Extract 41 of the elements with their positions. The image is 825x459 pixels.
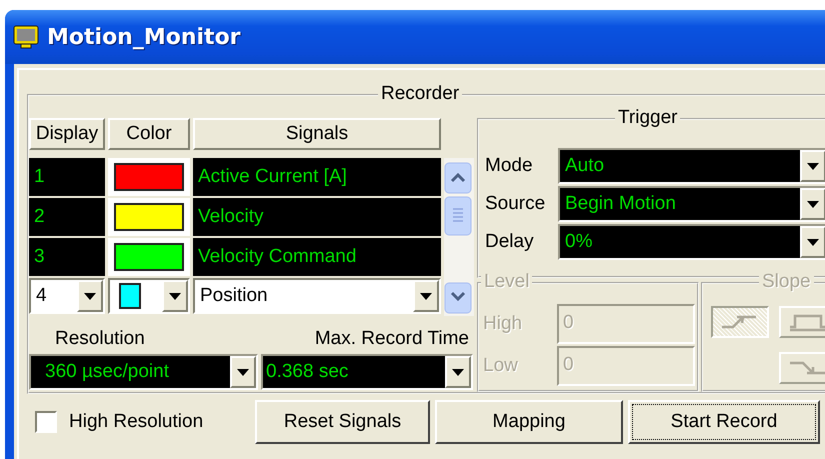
group-title: Slope <box>759 271 814 293</box>
window-title: Motion_Monitor <box>47 24 241 50</box>
display-cell: 2 <box>29 198 105 236</box>
caret-icon <box>807 162 819 170</box>
caret-icon <box>807 200 819 208</box>
signal-cell: Velocity Command <box>193 238 441 276</box>
action-button[interactable]: Reset Signals <box>255 400 430 444</box>
caret-icon <box>169 292 181 300</box>
field-label: Delay <box>485 231 535 253</box>
record-time-dropdown[interactable]: 0.368 sec <box>261 354 473 390</box>
trigger-dropdown[interactable]: Auto <box>558 148 825 184</box>
display-cell: 1 <box>29 158 105 196</box>
display-cell: 3 <box>29 238 105 276</box>
field-label: High <box>483 312 524 336</box>
caret-icon <box>237 368 249 376</box>
caret-icon <box>84 292 96 300</box>
resolution-label: Resolution <box>55 328 145 350</box>
monitor-icon <box>13 24 39 50</box>
display-dropdown[interactable]: 4 <box>29 278 105 314</box>
resolution-dropdown[interactable]: 360 µsec/point <box>29 354 258 390</box>
caret-icon <box>807 238 819 246</box>
field-label: Mode <box>485 155 534 177</box>
field-label: Source <box>485 193 546 215</box>
group-title: Trigger <box>615 107 680 129</box>
column-header[interactable]: Color <box>108 118 190 150</box>
max-record-time-label: Max. Record Time <box>314 328 469 350</box>
caret-icon <box>452 368 464 376</box>
signal-cell: Velocity <box>193 198 441 236</box>
checkbox[interactable] <box>35 411 57 433</box>
action-button[interactable]: Start Record <box>628 400 820 444</box>
color-dropdown[interactable] <box>108 278 190 314</box>
checkbox-label: High Resolution <box>69 411 204 433</box>
column-header[interactable]: Display <box>29 118 105 150</box>
trigger-dropdown[interactable]: 0% <box>558 224 825 260</box>
action-button[interactable]: Mapping <box>435 400 623 444</box>
field-label: Low <box>483 354 519 378</box>
trigger-dropdown[interactable]: Begin Motion <box>558 186 825 222</box>
caret-icon <box>420 292 432 300</box>
column-header[interactable]: Signals <box>193 118 441 150</box>
signal-cell: Active Current [A] <box>193 158 441 196</box>
signal-dropdown[interactable]: Position <box>193 278 441 314</box>
